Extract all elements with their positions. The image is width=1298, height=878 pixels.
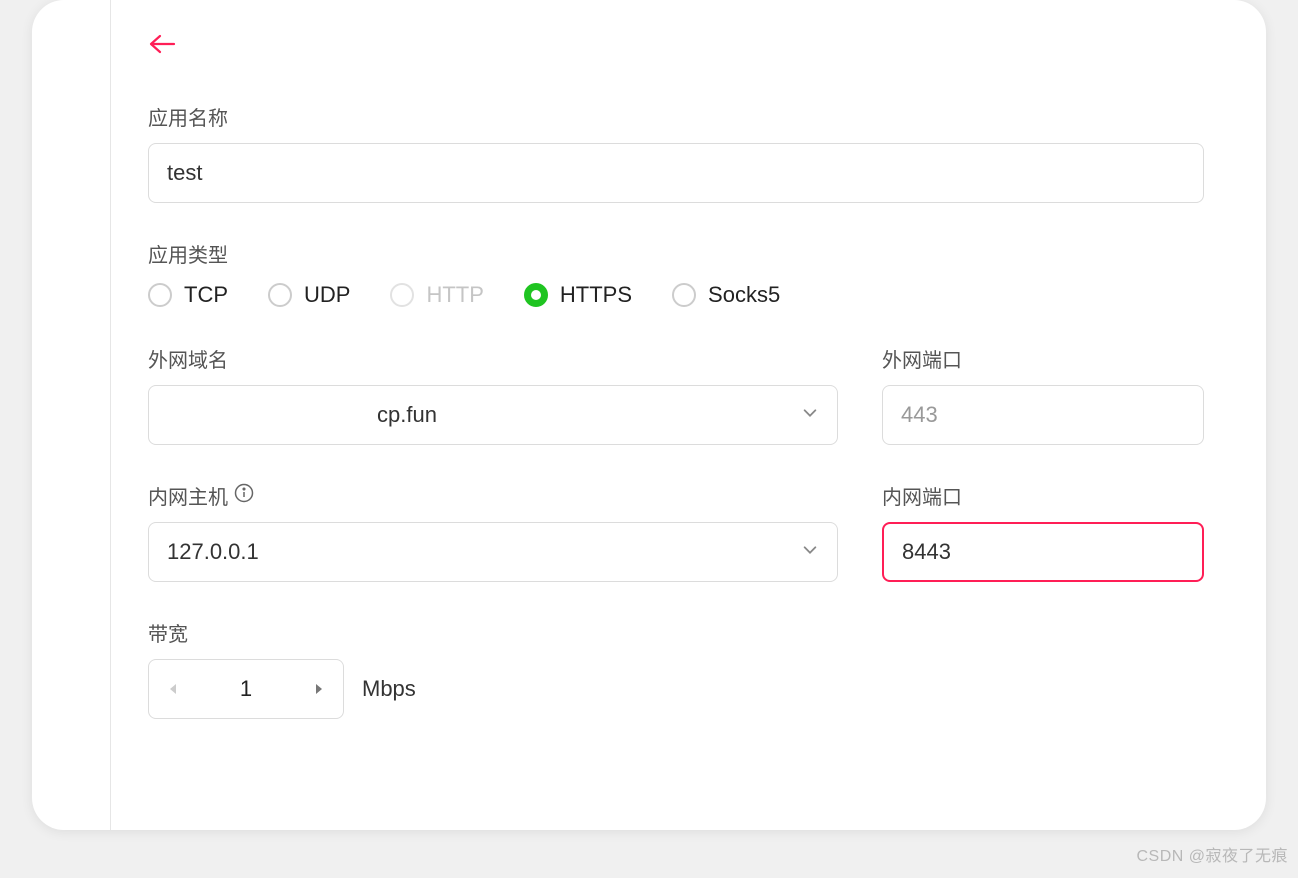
int-port-field: 内网端口 8443	[882, 481, 1204, 582]
radio-circle-icon	[524, 283, 548, 307]
ext-domain-label: 外网域名	[148, 344, 838, 373]
radio-udp[interactable]: UDP	[268, 282, 350, 308]
ext-port-input[interactable]: 443	[882, 385, 1204, 445]
divider-vertical	[110, 0, 111, 830]
int-host-label: 内网主机	[148, 481, 838, 510]
redacted-area	[155, 392, 355, 438]
chevron-down-icon	[801, 539, 819, 565]
bandwidth-value[interactable]: 1	[197, 676, 295, 702]
app-name-input[interactable]: test	[148, 143, 1204, 203]
radio-circle-icon	[268, 283, 292, 307]
radio-label: UDP	[304, 282, 350, 308]
app-type-label: 应用类型	[148, 239, 1204, 268]
int-host-value: 127.0.0.1	[167, 539, 259, 565]
int-host-label-text: 内网主机	[148, 481, 228, 510]
bandwidth-label: 带宽	[148, 618, 1204, 647]
radio-tcp[interactable]: TCP	[148, 282, 228, 308]
radio-socks5[interactable]: Socks5	[672, 282, 780, 308]
app-name-label: 应用名称	[148, 102, 1204, 131]
radio-label: Socks5	[708, 282, 780, 308]
stepper-increment[interactable]	[295, 659, 343, 719]
radio-label: HTTP	[426, 282, 483, 308]
int-port-label: 内网端口	[882, 481, 1204, 510]
radio-circle-icon	[390, 283, 414, 307]
form-card: 应用名称 test 应用类型 TCP UDP HTTP HTTPS	[32, 0, 1266, 830]
watermark: CSDN @寂夜了无痕	[1136, 842, 1288, 866]
ext-port-field: 外网端口 443	[882, 344, 1204, 445]
info-icon[interactable]	[234, 483, 254, 509]
bandwidth-field: 带宽 1 Mbps	[148, 618, 1204, 719]
int-host-select[interactable]: 127.0.0.1	[148, 522, 838, 582]
ext-domain-field: 外网域名 cp.fun	[148, 344, 838, 445]
radio-circle-icon	[672, 283, 696, 307]
radio-https[interactable]: HTTPS	[524, 282, 632, 308]
bandwidth-stepper: 1	[148, 659, 344, 719]
app-name-field: 应用名称 test	[148, 102, 1204, 203]
stepper-decrement[interactable]	[149, 659, 197, 719]
int-host-field: 内网主机 127.0.0.1	[148, 481, 838, 582]
radio-label: TCP	[184, 282, 228, 308]
int-port-input[interactable]: 8443	[882, 522, 1204, 582]
app-type-radio-group: TCP UDP HTTP HTTPS Socks5	[148, 282, 1204, 308]
radio-http: HTTP	[390, 282, 483, 308]
ext-port-label: 外网端口	[882, 344, 1204, 373]
radio-label: HTTPS	[560, 282, 632, 308]
bandwidth-unit: Mbps	[362, 676, 416, 702]
back-arrow-icon[interactable]	[148, 32, 176, 56]
radio-circle-icon	[148, 283, 172, 307]
app-type-field: 应用类型 TCP UDP HTTP HTTPS Socks5	[148, 239, 1204, 308]
ext-domain-select[interactable]: cp.fun	[148, 385, 838, 445]
chevron-down-icon	[801, 402, 819, 428]
